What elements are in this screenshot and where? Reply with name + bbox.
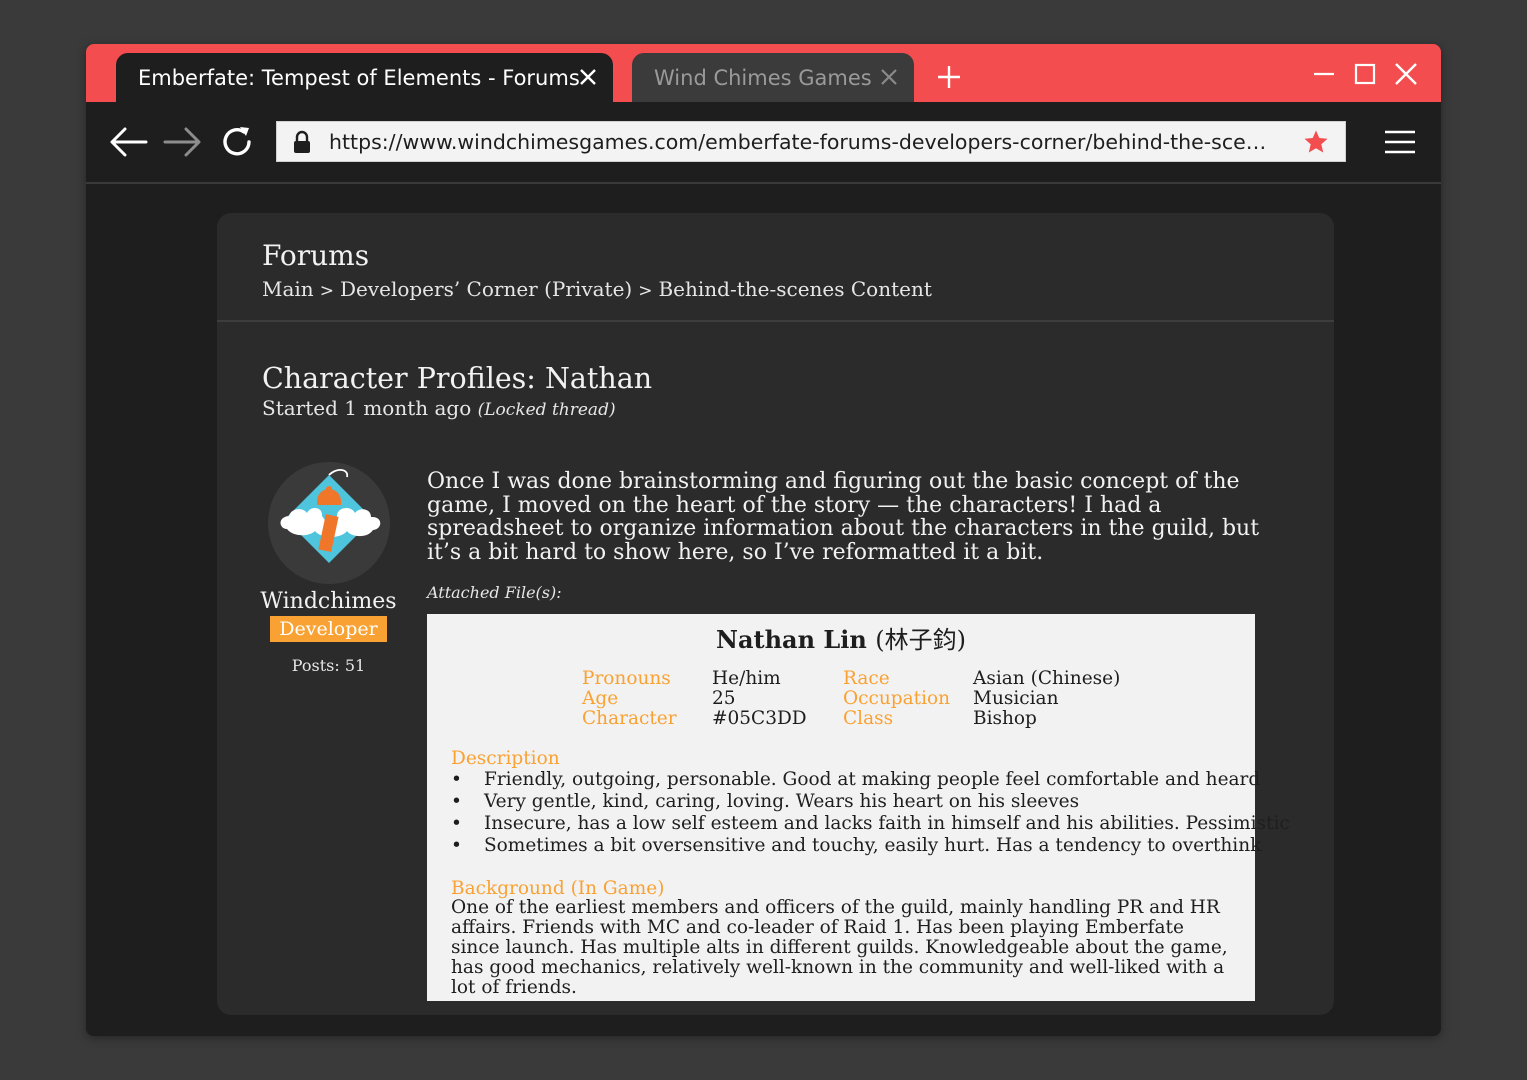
back-arrow-icon[interactable]: [108, 124, 148, 160]
character-name-english: Nathan Lin: [716, 625, 867, 654]
list-item: Insecure, has a low self esteem and lack…: [451, 813, 1290, 835]
breadcrumb-main[interactable]: Main: [262, 277, 314, 301]
maximize-icon[interactable]: [1353, 62, 1377, 86]
background-text: One of the earliest members and officers…: [451, 897, 1228, 998]
field-label-age: Age: [582, 688, 619, 709]
tab-wind-chimes-games[interactable]: Wind Chimes Games: [632, 53, 914, 102]
post-body: Once I was done brainstorming and figuri…: [427, 469, 1260, 565]
tab-label: Wind Chimes Games: [654, 65, 872, 90]
field-value-occupation: Musician: [973, 688, 1059, 709]
forward-arrow-icon[interactable]: [163, 124, 203, 160]
breadcrumb: Main > Developers’ Corner (Private) > Behind…: [262, 277, 932, 301]
field-label-character: Character: [582, 708, 677, 729]
character-name-chinese: (林子鈞): [875, 626, 966, 654]
url-text[interactable]: https://www.windchimesgames.com/emberfat…: [329, 130, 1269, 154]
author-name[interactable]: Windchimes: [257, 589, 400, 614]
list-item: Very gentle, kind, caring, loving. Wears…: [451, 791, 1241, 813]
forums-title: Forums: [262, 239, 370, 272]
navigation-toolbar: https://www.windchimesgames.com/emberfat…: [86, 102, 1441, 184]
author-panel: Windchimes Developer Posts: 51: [257, 461, 400, 675]
right-field-labels: Race Occupation Class: [843, 669, 950, 729]
description-heading: Description: [451, 748, 560, 769]
forum-card: Forums Main > Developers’ Corner (Private)…: [217, 213, 1334, 1015]
breadcrumb-separator: >: [319, 281, 334, 301]
breadcrumb-developers-corner[interactable]: Developers’ Corner (Private): [340, 277, 632, 301]
close-tab-icon[interactable]: [878, 66, 900, 88]
new-tab-icon[interactable]: [936, 64, 962, 90]
thread-started: Started 1 month ago: [262, 396, 472, 420]
close-tab-icon[interactable]: [577, 66, 599, 88]
breadcrumb-separator: >: [638, 281, 653, 301]
field-value-character: #05C3DD: [712, 708, 807, 729]
author-role-badge: Developer: [270, 616, 387, 642]
close-window-icon[interactable]: [1394, 62, 1418, 86]
reload-icon[interactable]: [218, 124, 258, 160]
thread-status: (Locked thread): [477, 400, 616, 420]
breadcrumb-behind-the-scenes[interactable]: Behind-the-scenes Content: [658, 277, 931, 301]
page-content: Forums Main > Developers’ Corner (Private)…: [86, 184, 1441, 1036]
left-field-labels: Pronouns Age Character: [582, 669, 677, 729]
tab-label: Emberfate: Tempest of Elements - Forums: [138, 65, 580, 90]
attachments-label: Attached File(s):: [427, 583, 562, 602]
field-value-pronouns: He/him: [712, 668, 781, 689]
left-field-values: He/him 25 #05C3DD: [712, 669, 807, 729]
lock-icon: [294, 130, 310, 153]
field-value-class: Bishop: [973, 708, 1037, 729]
field-label-race: Race: [843, 668, 890, 689]
field-label-class: Class: [843, 708, 894, 729]
tab-forums[interactable]: Emberfate: Tempest of Elements - Forums: [116, 53, 613, 102]
field-value-age: 25: [712, 688, 736, 709]
right-field-values: Asian (Chinese) Musician Bishop: [973, 669, 1120, 729]
description-list: Friendly, outgoing, personable. Good at …: [451, 769, 1290, 857]
field-label-occupation: Occupation: [843, 688, 951, 709]
field-value-race: Asian (Chinese): [973, 668, 1121, 689]
list-item: Friendly, outgoing, personable. Good at …: [451, 769, 1260, 791]
list-item: Sometimes a bit oversensitive and touchy…: [451, 835, 1261, 857]
avatar[interactable]: [267, 461, 391, 585]
minimize-icon[interactable]: [1312, 62, 1336, 86]
background-heading: Background (In Game): [451, 878, 665, 899]
field-label-pronouns: Pronouns: [582, 668, 671, 689]
thread-meta: Started 1 month ago (Locked thread): [262, 396, 616, 420]
bookmark-star-icon[interactable]: [1303, 129, 1329, 155]
forum-header: Forums Main > Developers’ Corner (Private)…: [217, 213, 1334, 322]
author-post-count: Posts: 51: [291, 656, 366, 675]
character-name: Nathan Lin (林子鈞): [427, 620, 1255, 655]
thread-title: Character Profiles: Nathan: [262, 362, 653, 395]
browser-window: Emberfate: Tempest of Elements - Forums …: [86, 44, 1441, 1036]
address-bar[interactable]: https://www.windchimesgames.com/emberfat…: [276, 121, 1346, 162]
title-bar: Emberfate: Tempest of Elements - Forums …: [86, 44, 1441, 102]
hamburger-menu-icon[interactable]: [1383, 127, 1417, 157]
attached-character-sheet[interactable]: Nathan Lin (林子鈞) Pronouns Age Character …: [427, 614, 1290, 1001]
